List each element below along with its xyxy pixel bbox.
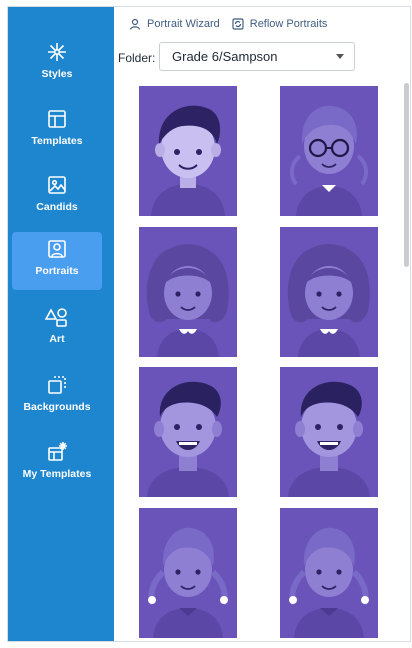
folder-dropdown[interactable]: Grade 6/Sampson — [159, 42, 355, 71]
girl-curly-portrait — [287, 244, 370, 357]
sidebar-item-label: Templates — [31, 135, 83, 147]
sidebar-item-art[interactable]: Art — [12, 300, 102, 358]
portrait-thumbnail[interactable] — [139, 367, 237, 497]
girl-curly-portrait — [146, 244, 229, 357]
chevron-down-icon — [336, 54, 344, 59]
girl-pigtails-portrait — [148, 527, 228, 638]
sidebar-item-portraits[interactable]: Portraits — [12, 232, 102, 290]
toolbar: Portrait Wizard Reflow Portraits — [129, 15, 339, 33]
sidebar-item-label: Styles — [41, 68, 73, 80]
portrait-icon — [44, 236, 70, 262]
portrait-thumbnail[interactable] — [139, 508, 237, 638]
app-frame: Styles Templates Candids Portraits Art B… — [7, 6, 411, 642]
portrait-thumbnail[interactable] — [280, 227, 378, 357]
photo-icon — [44, 172, 70, 198]
sparkle-icon — [44, 39, 70, 65]
sidebar-item-my-templates[interactable]: My Templates — [12, 435, 102, 493]
portrait-thumbnail[interactable] — [139, 86, 237, 216]
sidebar-item-label: My Templates — [22, 468, 92, 480]
sidebar-item-candids[interactable]: Candids — [12, 168, 102, 226]
reflow-portraits-label: Reflow Portraits — [249, 18, 328, 30]
sidebar-item-styles[interactable]: Styles — [12, 35, 102, 93]
sidebar-item-backgrounds[interactable]: Backgrounds — [12, 368, 102, 426]
my-templates-icon — [44, 439, 70, 465]
boy-hair-portrait — [151, 105, 225, 216]
portrait-thumbnail[interactable] — [139, 227, 237, 357]
person-icon — [129, 18, 141, 30]
background-icon — [44, 372, 70, 398]
sidebar-item-label: Art — [49, 333, 65, 345]
reflow-portraits-button[interactable]: Reflow Portraits — [232, 18, 328, 30]
boy-smile-portrait — [288, 381, 370, 497]
girl-glasses-portrait — [289, 105, 369, 216]
boy-smile-portrait — [147, 381, 229, 497]
sidebar-item-label: Portraits — [35, 265, 79, 277]
sidebar: Styles Templates Candids Portraits Art B… — [8, 7, 114, 641]
shapes-icon — [44, 304, 70, 330]
sidebar-item-templates[interactable]: Templates — [12, 102, 102, 160]
portrait-thumbnail[interactable] — [280, 367, 378, 497]
portrait-wizard-label: Portrait Wizard — [147, 18, 220, 30]
layout-icon — [44, 106, 70, 132]
scrollbar[interactable] — [404, 83, 409, 267]
sidebar-item-label: Candids — [36, 201, 78, 213]
reflow-icon — [232, 18, 244, 30]
girl-pigtails-portrait — [289, 527, 369, 638]
portrait-thumbnail[interactable] — [280, 508, 378, 638]
folder-label: Folder: — [118, 51, 156, 65]
sidebar-item-label: Backgrounds — [23, 401, 91, 413]
portrait-thumbnail[interactable] — [280, 86, 378, 216]
portrait-wizard-button[interactable]: Portrait Wizard — [129, 18, 220, 30]
folder-selected-value: Grade 6/Sampson — [172, 49, 278, 64]
